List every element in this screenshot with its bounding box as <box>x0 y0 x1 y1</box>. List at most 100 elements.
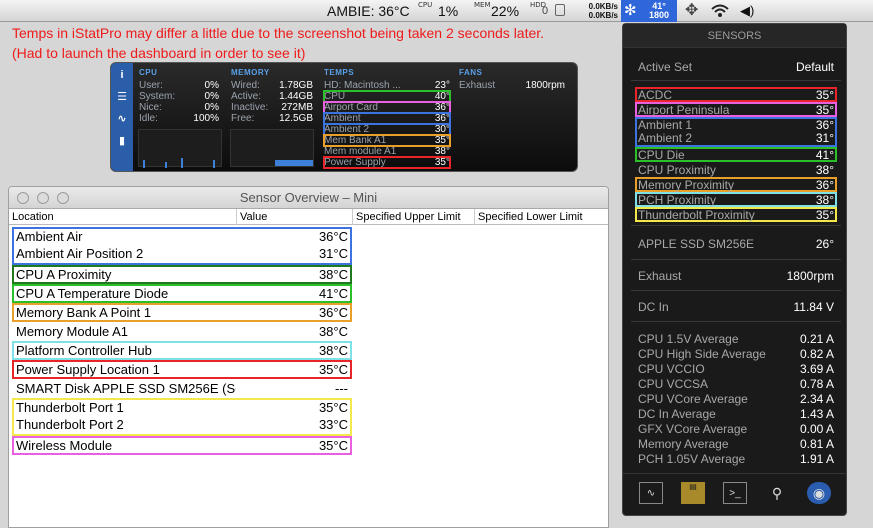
cpu-menu[interactable]: 1% <box>438 0 458 22</box>
fans-section: FANS Exhaust 1800rpm <box>459 67 565 91</box>
terminal-icon[interactable]: >_ <box>723 482 747 504</box>
sensor-location: Memory Module A1 <box>16 324 128 339</box>
current-name: CPU High Side Average <box>638 347 766 361</box>
zoom-button[interactable] <box>57 192 69 204</box>
column-value[interactable]: Value <box>237 209 353 225</box>
current-row: CPU VCore Average 2.34 A <box>635 391 837 406</box>
network-menu[interactable]: 0.0KB/s 0.0KB/s <box>572 2 618 20</box>
temps-title: TEMPS <box>324 68 355 77</box>
activity-monitor-icon[interactable]: ∿ <box>639 482 663 504</box>
table-row[interactable]: Platform Controller Hub 38°C <box>12 341 352 360</box>
ambie-temp-menu[interactable]: AMBIE: 36°C <box>327 0 410 22</box>
console-icon[interactable]: ▤ <box>681 482 705 504</box>
sensor-temp-row: Memory Proximity 36° <box>635 177 837 192</box>
sensor-temp-row: PCH Proximity 38° <box>635 192 837 207</box>
table-header: Location Value Specified Upper Limit Spe… <box>9 209 608 225</box>
toggle-icon[interactable]: ▮ <box>111 131 133 151</box>
widget-sidebar: i ☰ ∿ ▮ <box>111 63 133 171</box>
temps-label: Ambient <box>324 113 361 124</box>
temps-value: 36° <box>434 113 450 124</box>
mem-vertical-label: MEM <box>474 1 491 9</box>
memory-row: Active: 1.44GB <box>231 91 313 102</box>
pulse-icon[interactable]: ∿ <box>111 109 133 129</box>
table-row[interactable]: Memory Bank A Point 1 36°C <box>12 303 352 322</box>
sensor-location: SMART Disk APPLE SSD SM256E (SC <box>16 381 236 396</box>
sensor-temp: 38° <box>815 163 834 177</box>
sensor-name: Thunderbolt Proximity <box>638 208 755 222</box>
table-row[interactable]: SMART Disk APPLE SSD SM256E (SC --- <box>12 379 352 398</box>
memory-label: Wired: <box>231 80 260 91</box>
cpu-history-graph <box>138 129 222 168</box>
table-row[interactable]: Thunderbolt Port 2 33°C <box>12 417 352 436</box>
sensor-temp-row: Thunderbolt Proximity 35° <box>635 207 837 222</box>
minimize-button[interactable] <box>37 192 49 204</box>
memory-label: Free: <box>231 113 255 124</box>
temps-row: Ambient 36° <box>323 112 451 125</box>
memory-usage-graph <box>230 129 314 167</box>
volume-icon[interactable]: ◀) <box>740 0 754 22</box>
temps-row: Ambient 2 30° <box>323 123 451 136</box>
table-row[interactable]: Power Supply Location 1 35°C <box>12 360 352 379</box>
sensor-name: Airport Peninsula <box>638 103 730 117</box>
settings-icon[interactable]: ☰ <box>111 87 133 107</box>
sensor-overview-window: Sensor Overview – Mini Location Value Sp… <box>8 186 609 528</box>
info-icon[interactable]: i <box>111 65 133 85</box>
column-upper-limit[interactable]: Specified Upper Limit <box>353 209 475 225</box>
current-name: Memory Average <box>638 437 729 451</box>
hdd-menu[interactable]: 0 <box>542 0 548 22</box>
istat-pro-widget[interactable]: i ☰ ∿ ▮ CPU User: 0% System: 0% Nice: 0% Idle:… <box>110 62 578 172</box>
network-utility-icon[interactable]: ◉ <box>807 482 831 504</box>
sensor-name: CPU Proximity <box>638 163 717 177</box>
sensor-name: Memory Proximity <box>638 178 735 192</box>
active-set-value: Default <box>795 60 834 74</box>
memory-row: Wired: 1.78GB <box>231 80 313 91</box>
table-row[interactable]: Ambient Air Position 2 31°C <box>12 246 352 265</box>
gamepad-icon[interactable]: ✥ <box>685 0 698 22</box>
temps-label: Power Supply <box>324 157 386 168</box>
sensor-temp-row: CPU Proximity 38° <box>635 162 837 177</box>
temps-label: Airport Card <box>324 102 378 113</box>
current-name: PCH 1.05V Average <box>638 452 746 466</box>
sensor-temp-row: Ambient 1 36° <box>635 117 837 132</box>
sensor-location: CPU A Proximity <box>16 267 112 282</box>
dc-label: DC In <box>638 300 669 314</box>
current-row: CPU VCCIO 3.69 A <box>635 361 837 376</box>
sensor-temp: 35° <box>815 103 834 117</box>
temps-label: CPU <box>324 91 346 102</box>
active-set-row[interactable]: Active Set Default <box>635 59 837 74</box>
system-utility-icon[interactable]: ⚲ <box>765 482 789 504</box>
wifi-icon[interactable] <box>710 0 730 22</box>
table-row[interactable]: CPU A Proximity 38°C <box>12 265 352 284</box>
sensor-temp-row: Airport Peninsula 35° <box>635 102 837 117</box>
close-button[interactable] <box>17 192 29 204</box>
sensor-location: Memory Bank A Point 1 <box>16 305 152 320</box>
fans-value: 1800rpm <box>525 80 565 91</box>
memory-value: 1.44GB <box>279 91 313 102</box>
current-value: 0.78 A <box>799 377 834 391</box>
window-titlebar[interactable]: Sensor Overview – Mini <box>9 187 608 209</box>
temps-value: 30° <box>434 124 450 135</box>
memory-section: MEMORY Wired: 1.78GB Active: 1.44GB Inactive… <box>231 67 313 124</box>
table-row[interactable]: Memory Module A1 38°C <box>12 322 352 341</box>
sensor-location: Platform Controller Hub <box>16 343 152 358</box>
sensor-temp: 36° <box>815 178 834 192</box>
sensor-value: 41°C <box>318 286 348 301</box>
current-value: 0.00 A <box>799 422 834 436</box>
ssd-label: APPLE SSD SM256E <box>638 237 755 251</box>
memory-label: Active: <box>231 91 262 102</box>
current-value: 3.69 A <box>799 362 834 376</box>
fans-row: Exhaust 1800rpm <box>459 80 565 91</box>
current-name: CPU VCCIO <box>638 362 705 376</box>
disk-icon <box>555 4 565 16</box>
sensor-value: 38°C <box>318 324 348 339</box>
mem-menu[interactable]: 22% <box>491 0 519 22</box>
column-location[interactable]: Location <box>9 209 237 225</box>
column-lower-limit[interactable]: Specified Lower Limit <box>475 209 609 225</box>
cpu-label: User: <box>139 80 163 91</box>
temps-row: Power Supply 35° <box>323 156 451 169</box>
fan-value: 1800rpm <box>786 269 834 283</box>
memory-label: Inactive: <box>231 102 269 113</box>
table-row[interactable]: CPU A Temperature Diode 41°C <box>12 284 352 303</box>
istat-menu[interactable]: ✻ 41° 1800 <box>621 0 677 22</box>
table-row[interactable]: Wireless Module 35°C <box>12 436 352 455</box>
